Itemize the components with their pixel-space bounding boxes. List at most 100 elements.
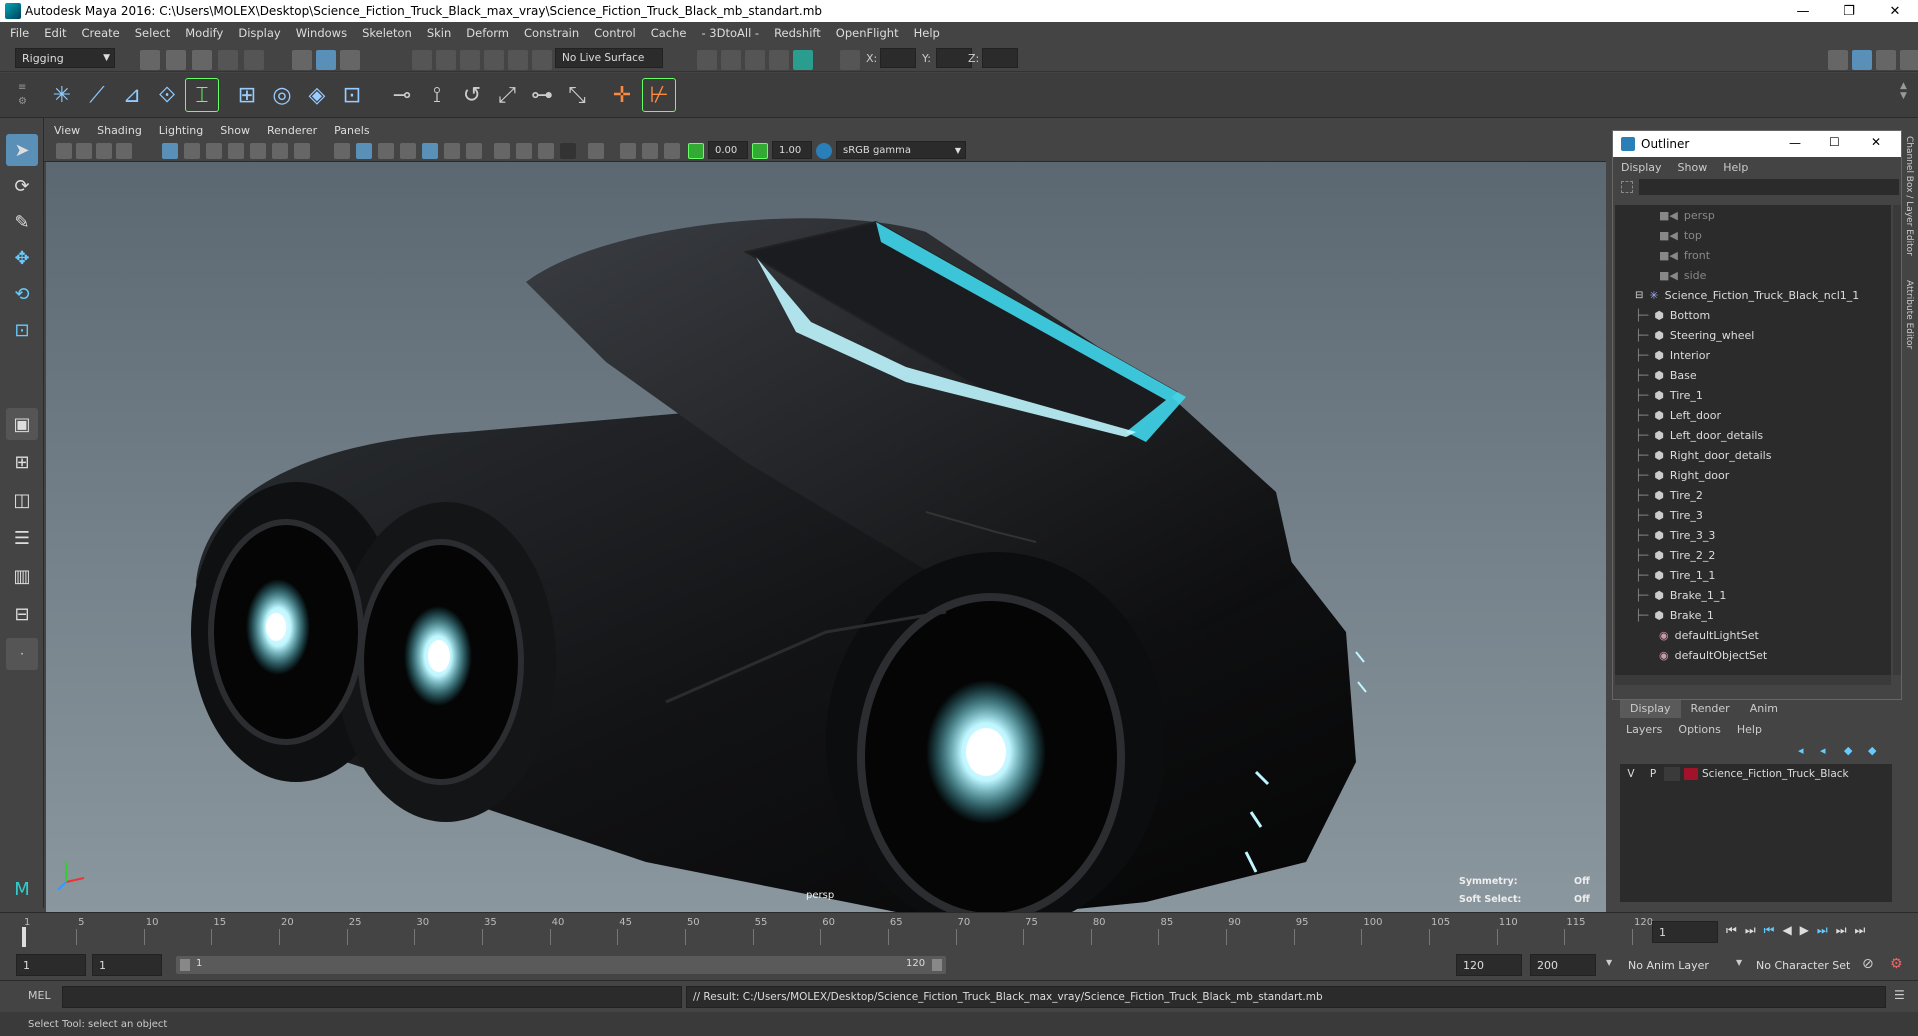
- pole-vector-icon[interactable]: ⤡: [560, 78, 594, 112]
- gate-mask-icon[interactable]: [228, 143, 244, 159]
- camera-select-icon[interactable]: [56, 143, 72, 159]
- gamma-icon[interactable]: [752, 143, 768, 159]
- bind-skin-icon[interactable]: ⌶: [185, 78, 219, 112]
- step-forward-key-icon[interactable]: ⏭: [1817, 923, 1828, 938]
- anim-layer-dropdown[interactable]: No Anim Layer: [1622, 954, 1740, 976]
- gamma-field[interactable]: 1.00: [772, 141, 812, 159]
- menu-redshift[interactable]: Redshift: [774, 26, 821, 40]
- auto-key-icon[interactable]: ⊘: [1862, 956, 1874, 972]
- render-view-icon[interactable]: [697, 50, 717, 70]
- outliner-h-scrollbar[interactable]: [1615, 675, 1891, 685]
- menu-modify[interactable]: Modify: [185, 26, 223, 40]
- move-layer-down-icon[interactable]: ◂: [1820, 744, 1826, 757]
- ik-spline-icon[interactable]: ⊿: [115, 78, 149, 112]
- hypershade-icon[interactable]: [793, 50, 813, 70]
- outliner-item-interior[interactable]: ├─ ⬢ Interior: [1615, 345, 1891, 365]
- field-chart-icon[interactable]: [250, 143, 266, 159]
- scale-constraint-icon[interactable]: ⤢: [490, 78, 524, 112]
- step-back-icon[interactable]: ⏭: [1745, 923, 1756, 938]
- step-back-key-icon[interactable]: ⏮: [1764, 923, 1775, 938]
- shelf-scroll-icon[interactable]: ▲ ▼: [1900, 81, 1907, 101]
- outliner-item-tire_2_2[interactable]: ├─ ⬢ Tire_2_2: [1615, 545, 1891, 565]
- outliner-item-bottom[interactable]: ├─ ⬢ Bottom: [1615, 305, 1891, 325]
- mirror-joint-icon[interactable]: ⟐: [150, 78, 184, 112]
- exposure-field[interactable]: 0.00: [708, 141, 748, 159]
- hud-icon[interactable]: [588, 143, 604, 159]
- attribute-editor-tab[interactable]: Attribute Editor: [1904, 280, 1914, 349]
- xray-components-icon[interactable]: [560, 143, 576, 159]
- menu-file[interactable]: File: [10, 26, 29, 40]
- xray-icon[interactable]: [516, 143, 532, 159]
- transform-mode-icon[interactable]: [840, 50, 860, 70]
- panel-menu-view[interactable]: View: [54, 124, 80, 137]
- outliner-scrollbar[interactable]: [1893, 205, 1901, 675]
- outliner-item-tire_2[interactable]: ├─ ⬢ Tire_2: [1615, 485, 1891, 505]
- time-slider[interactable]: 1 5 10 15 20 25 30 35 40 45 50 55 60 65 70 75 80 85 90 95 10…: [0, 912, 1918, 950]
- layer-playback-toggle[interactable]: P: [1642, 768, 1664, 780]
- textured-icon[interactable]: [400, 143, 416, 159]
- menu-constrain[interactable]: Constrain: [524, 26, 579, 40]
- play-backward-icon[interactable]: ◀: [1782, 923, 1791, 938]
- chevron-down-icon[interactable]: ▼: [1606, 958, 1612, 967]
- outliner-item-persp[interactable]: ■◀ persp: [1615, 205, 1891, 225]
- range-bar[interactable]: 1 120: [176, 956, 946, 974]
- camera-attributes-icon[interactable]: [76, 143, 92, 159]
- select-component-icon[interactable]: [340, 50, 360, 70]
- move-layer-up-icon[interactable]: ◂: [1798, 744, 1804, 757]
- graph-layout-icon[interactable]: ▥: [6, 560, 38, 592]
- menu-cache[interactable]: Cache: [651, 26, 687, 40]
- layer-display-type[interactable]: [1664, 767, 1680, 781]
- menu-display[interactable]: Display: [238, 26, 280, 40]
- panel-menu-lighting[interactable]: Lighting: [159, 124, 203, 137]
- outliner-minimize-button[interactable]: —: [1789, 136, 1801, 150]
- go-to-start-icon[interactable]: ⏮: [1726, 923, 1737, 938]
- panel-menu-show[interactable]: Show: [220, 124, 250, 137]
- modeling-toolkit-icon[interactable]: [1828, 50, 1848, 70]
- playback-end-field[interactable]: 120: [1456, 954, 1522, 976]
- snap-point-icon[interactable]: [460, 50, 480, 70]
- outliner-item-tire_3_3[interactable]: ├─ ⬢ Tire_3_3: [1615, 525, 1891, 545]
- move-tool-icon[interactable]: ✥: [6, 242, 38, 274]
- snap-view-icon[interactable]: [484, 50, 504, 70]
- safe-action-icon[interactable]: [272, 143, 288, 159]
- outliner-item-left_door[interactable]: ├─ ⬢ Left_door: [1615, 405, 1891, 425]
- hypershade-layout-icon[interactable]: ⊟: [6, 598, 38, 630]
- redo-icon[interactable]: [244, 50, 264, 70]
- blend-shape-icon[interactable]: ⊡: [335, 78, 369, 112]
- scale-tool-icon[interactable]: ⊡: [6, 314, 38, 346]
- menu-skin[interactable]: Skin: [427, 26, 451, 40]
- play-forward-icon[interactable]: ▶: [1800, 923, 1809, 938]
- snap-curve-icon[interactable]: [436, 50, 456, 70]
- channel-box-toggle-icon[interactable]: [1852, 50, 1872, 70]
- paint-select-icon[interactable]: ✎: [6, 206, 38, 238]
- select-tool-icon[interactable]: ➤: [6, 134, 38, 166]
- x-field[interactable]: [880, 48, 916, 68]
- layer-menu-layers[interactable]: Layers: [1626, 723, 1662, 736]
- animation-prefs-icon[interactable]: ⚙: [1890, 956, 1903, 972]
- tool-settings-toggle-icon[interactable]: [1900, 50, 1918, 70]
- filter-icon[interactable]: [1621, 181, 1633, 193]
- outliner-menu-help[interactable]: Help: [1723, 161, 1748, 174]
- lattice-icon[interactable]: ◎: [265, 78, 299, 112]
- grid-toggle-icon[interactable]: [162, 143, 178, 159]
- save-scene-icon[interactable]: [192, 50, 212, 70]
- point-constraint-icon[interactable]: ⊸: [385, 78, 419, 112]
- colorspace-dropdown[interactable]: sRGB gamma ▼: [836, 141, 966, 159]
- minimize-button[interactable]: —: [1780, 0, 1826, 22]
- cluster-icon[interactable]: ⊞: [230, 78, 264, 112]
- menu-skeleton[interactable]: Skeleton: [362, 26, 412, 40]
- command-input[interactable]: [62, 986, 682, 1008]
- layer-visibility-toggle[interactable]: V: [1620, 768, 1642, 780]
- select-object-icon[interactable]: [316, 50, 336, 70]
- range-end-handle[interactable]: [932, 959, 942, 971]
- script-editor-icon[interactable]: ☰: [1894, 988, 1905, 1002]
- outliner-item-base[interactable]: ├─ ⬢ Base: [1615, 365, 1891, 385]
- menu-help[interactable]: Help: [914, 26, 940, 40]
- current-time-indicator[interactable]: [22, 927, 26, 947]
- isolate-select-icon[interactable]: [494, 143, 510, 159]
- collapse-icon[interactable]: ⊟: [1635, 290, 1643, 301]
- single-pane-layout-icon[interactable]: ▣: [6, 408, 38, 440]
- time-ruler[interactable]: 1 5 10 15 20 25 30 35 40 45 50 55 60 65 70 75 80 85 90 95 10…: [22, 913, 1653, 949]
- outliner-item-tire_1[interactable]: ├─ ⬢ Tire_1: [1615, 385, 1891, 405]
- go-to-end-icon[interactable]: ⏭: [1855, 923, 1866, 938]
